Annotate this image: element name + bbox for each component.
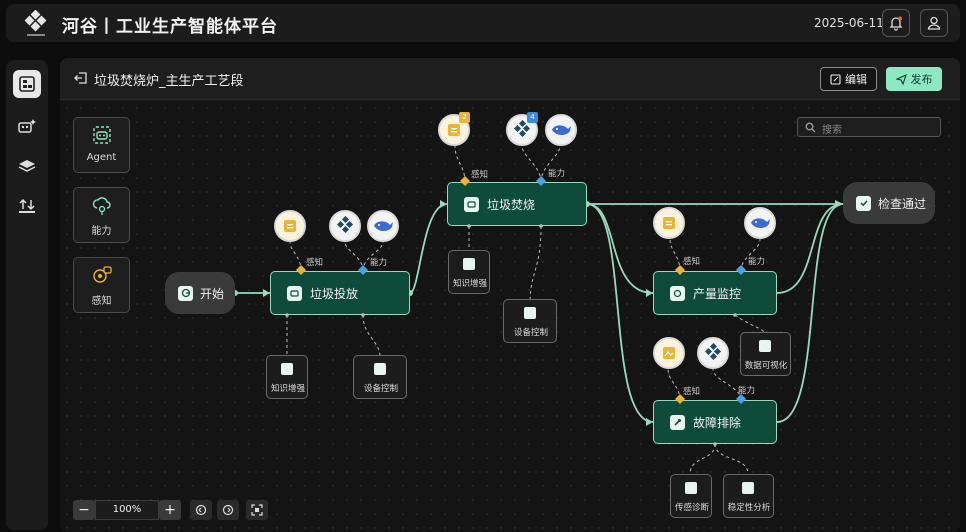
document-icon [663,217,675,229]
grid-model-icon [513,120,531,138]
tag-label: 稳定性分析 [727,503,771,513]
document-icon [284,220,296,232]
zoom-out-button[interactable]: − [73,500,95,520]
tag-sensor-diag[interactable]: 传感诊断 [670,474,712,518]
layers-icon [18,160,36,172]
tag-label: 设备控制 [513,328,548,338]
capability-grid-model[interactable] [697,337,729,369]
tag-device-control[interactable]: 设备控制 [503,299,557,343]
page-header: 垃圾焚烧炉_主生产工艺段 编辑 发布 [60,58,960,100]
perception-source[interactable] [653,207,685,239]
date-display: 2025-06-11 [814,16,884,30]
tag-label: 知识增强 [452,279,487,289]
capability-grid-model[interactable] [329,210,361,242]
whale-icon [374,221,393,231]
count-badge: 4 [527,112,538,123]
upload-download-icon [19,198,35,213]
redo-icon [222,504,234,516]
edit-icon [830,73,841,85]
count-badge: 2 [459,112,470,123]
edge-label-perception: 感知 [683,257,701,267]
edit-button-label: 编辑 [845,73,867,86]
chart-icon [759,340,771,352]
top-bar: 河谷丨工业生产智能体平台 2025-06-11 [6,4,960,42]
edge-label-perception: 感知 [683,387,701,397]
workflow-canvas[interactable]: 搜索 Agent 能力 感知 开始 检查通过 垃圾投放 垃圾焚烧 产量监控 故障… [60,101,960,532]
bell-icon [889,16,903,31]
edge-label-capability: 能力 [548,169,566,179]
capability-port [358,176,746,404]
edge-label-perception: 感知 [306,258,324,268]
capability-whale-model[interactable] [367,210,399,242]
tag-data-viz[interactable]: 数据可视化 [740,332,791,376]
device-icon [374,363,386,375]
zoom-level: 100% [95,500,159,520]
edge-label-capability: 能力 [370,258,388,268]
knowledge-icon [281,363,293,375]
tag-stability[interactable]: 稳定性分析 [723,474,774,518]
device-icon [524,307,536,319]
undo-button[interactable] [190,500,212,520]
app-title: 河谷丨工业生产智能体平台 [62,17,278,37]
notification-button[interactable] [882,9,910,37]
sidebar-item-layers[interactable] [13,152,41,180]
knowledge-icon [463,258,475,270]
tag-label: 数据可视化 [744,361,788,371]
image-doc-icon [663,347,675,359]
robot-sparkle-icon [18,119,36,133]
grid-model-icon [704,343,722,361]
publish-button[interactable]: 发布 [886,67,942,91]
edit-button[interactable]: 编辑 [820,67,877,91]
sidebar-item-workflow[interactable] [13,70,41,98]
capability-whale-model[interactable] [545,114,577,146]
zoom-in-button[interactable]: + [159,500,181,520]
edge-label-perception: 感知 [471,170,489,180]
grid-model-icon [336,216,354,234]
document-icon [448,124,460,136]
send-icon [895,73,907,85]
capability-whale-model[interactable] [744,207,776,239]
sidebar-item-agents[interactable] [13,112,41,140]
sidebar [6,60,48,530]
undo-icon [195,504,207,516]
tag-device-control[interactable]: 设备控制 [353,355,407,399]
tag-label: 设备控制 [363,384,398,394]
tag-label: 知识增强 [270,384,305,394]
logo-icon [24,10,47,36]
main-panel: 垃圾焚烧炉_主生产工艺段 编辑 发布 搜索 Agent 能力 感知 开始 检查通… [60,58,960,532]
stability-icon [742,482,754,494]
edge-label-capability: 能力 [748,257,766,267]
user-button[interactable] [920,9,948,37]
fit-view-button[interactable] [246,500,268,520]
perception-source[interactable] [274,210,306,242]
tag-label: 传感诊断 [674,503,709,513]
page-title: 垃圾焚烧炉_主生产工艺段 [94,74,244,89]
tag-knowledge[interactable]: 知识增强 [266,355,308,399]
whale-icon [751,218,770,228]
redo-button[interactable] [217,500,239,520]
sensor-icon [685,482,697,494]
back-icon[interactable] [74,71,88,85]
fit-view-icon [251,504,263,516]
perception-source[interactable] [653,337,685,369]
sidebar-item-import[interactable] [13,192,41,220]
user-icon [927,16,941,30]
tag-knowledge[interactable]: 知识增强 [448,250,490,294]
workflow-icon [19,76,35,92]
edge-label-capability: 能力 [738,386,756,396]
whale-icon [552,125,571,135]
publish-button-label: 发布 [910,73,933,86]
